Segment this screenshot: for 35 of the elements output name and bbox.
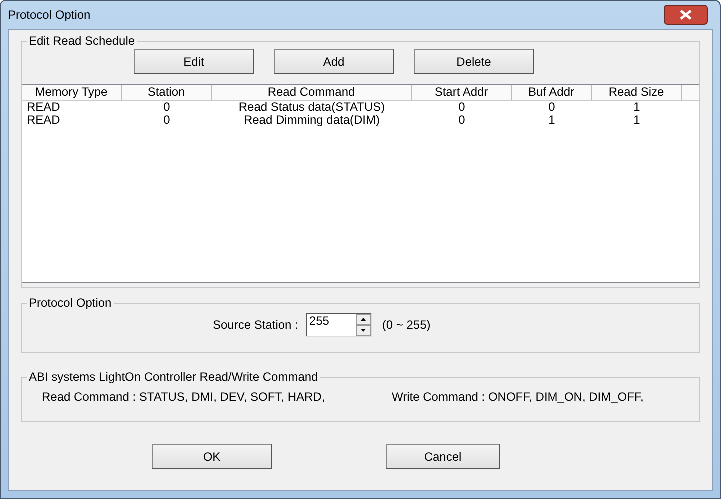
table-cell-text: 0	[458, 114, 466, 127]
column-header[interactable]: Buf Addr	[512, 85, 592, 100]
toolbar-button[interactable]: Edit	[134, 49, 254, 74]
source-station-spinbox[interactable]: 255	[306, 313, 372, 337]
window-title: Protocol Option	[8, 8, 91, 22]
toolbar-button[interactable]: Delete	[414, 49, 534, 74]
column-header[interactable]: Start Addr	[412, 85, 512, 100]
group-title: Protocol Option	[28, 296, 113, 310]
table-cell-text: Read Status data(STATUS)	[238, 101, 386, 114]
table-cell-text: 0	[162, 101, 172, 114]
table-cell-text: 0	[548, 101, 556, 114]
dialog-button[interactable]: Cancel	[386, 444, 500, 469]
table-cell-text: Read Dimming data(DIM)	[242, 114, 380, 127]
column-header[interactable]: Read Command	[212, 85, 412, 100]
spin-down-icon[interactable]	[356, 325, 372, 336]
field-label: Source Station :	[213, 318, 298, 332]
column-header[interactable]: Station	[122, 85, 212, 100]
toolbar-button[interactable]: Add	[274, 49, 394, 74]
read-command-text: Read Command : STATUS, DMI, DEV, SOFT, HARD,	[42, 390, 326, 404]
table-cell-text: READ	[26, 101, 62, 114]
group-title: ABI systems LightOn Controller Read/Write Command	[28, 370, 320, 384]
column-header[interactable]: Memory Type	[22, 85, 122, 100]
write-command-text: Write Command : ONOFF, DIM_ON, DIM_OFF,	[392, 390, 644, 404]
table-cell-text: 1	[632, 114, 642, 127]
group-title: Edit Read Schedule	[28, 34, 136, 48]
table-cell-text: 1	[548, 114, 556, 127]
dialog-button[interactable]: OK	[152, 444, 272, 469]
range-hint: (0 ~ 255)	[382, 318, 431, 332]
table-cell-text: READ	[26, 114, 62, 127]
close-icon[interactable]	[664, 5, 708, 25]
table-cell-text: 0	[162, 114, 172, 127]
table-cell-text: 0	[458, 101, 466, 114]
spin-up-icon[interactable]	[356, 314, 372, 325]
column-header[interactable]: Read Size	[592, 85, 682, 100]
table-cell-text: 1	[632, 101, 642, 114]
